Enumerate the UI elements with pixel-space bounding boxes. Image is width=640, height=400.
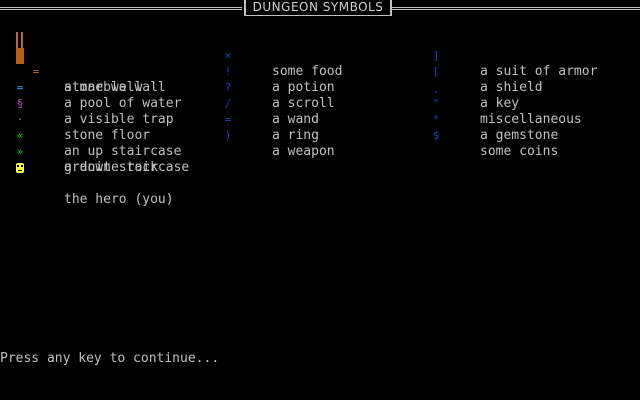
legend-label: an up staircase <box>64 144 182 159</box>
legend-label: a scroll <box>272 96 335 111</box>
legend-label: a visible trap <box>64 112 174 127</box>
key-icon: ¸ <box>432 81 440 94</box>
legend-label: stone floor <box>64 128 151 143</box>
scroll-icon: ? <box>224 81 232 94</box>
coins-icon: $ <box>432 129 440 142</box>
legend-label: a suit of armor <box>480 64 598 79</box>
page-title: DUNGEON SYMBOLS <box>244 0 392 16</box>
armor-icon: ] <box>432 49 440 62</box>
wand-icon: / <box>224 97 232 110</box>
legend-label: miscellaneous <box>480 112 582 127</box>
misc-icon: " <box>432 97 440 110</box>
title-rule-left <box>0 7 242 10</box>
legend-row-gem: * a gemstone <box>0 96 559 143</box>
legend-label: a shield <box>480 80 543 95</box>
legend-label: a pool of water <box>64 96 182 111</box>
legend-row-coins: $ some coins <box>0 112 559 159</box>
legend-label: a key <box>480 96 520 111</box>
legend-row-armor: ] a suit of armor <box>0 32 598 79</box>
gem-icon: * <box>432 113 440 126</box>
weapon-icon: ) <box>224 129 232 142</box>
legend-label: a gemstone <box>480 128 559 143</box>
shield-icon: [ <box>432 65 440 78</box>
legend-label: a weapon <box>272 144 335 159</box>
legend-label: some coins <box>480 144 559 159</box>
title-rule-right <box>390 7 640 10</box>
symbols-column-3: ] a suit of armor [ a shield ¸ a key " m… <box>0 32 598 159</box>
legend-row-misc: " miscellaneous <box>0 80 582 127</box>
legend-label: granite rock <box>64 160 158 175</box>
legend-label: a potion <box>272 80 335 95</box>
hero-icon <box>16 163 24 173</box>
legend-row-shield: [ a shield <box>0 48 543 95</box>
food-icon: × <box>224 49 232 62</box>
legend-label: some food <box>272 64 343 79</box>
continue-prompt[interactable]: Press any key to continue... <box>0 351 219 367</box>
ring-icon: = <box>224 113 232 126</box>
legend-row-key: ¸ a key <box>0 64 519 111</box>
legend-label: the hero (you) <box>64 192 174 207</box>
stone-wall-alt-icon: = <box>32 65 40 78</box>
legend-label: a ring <box>272 128 319 143</box>
potion-icon: ! <box>224 65 232 78</box>
legend-label: a marble wall <box>64 80 166 95</box>
legend-label: a wand <box>272 112 319 127</box>
